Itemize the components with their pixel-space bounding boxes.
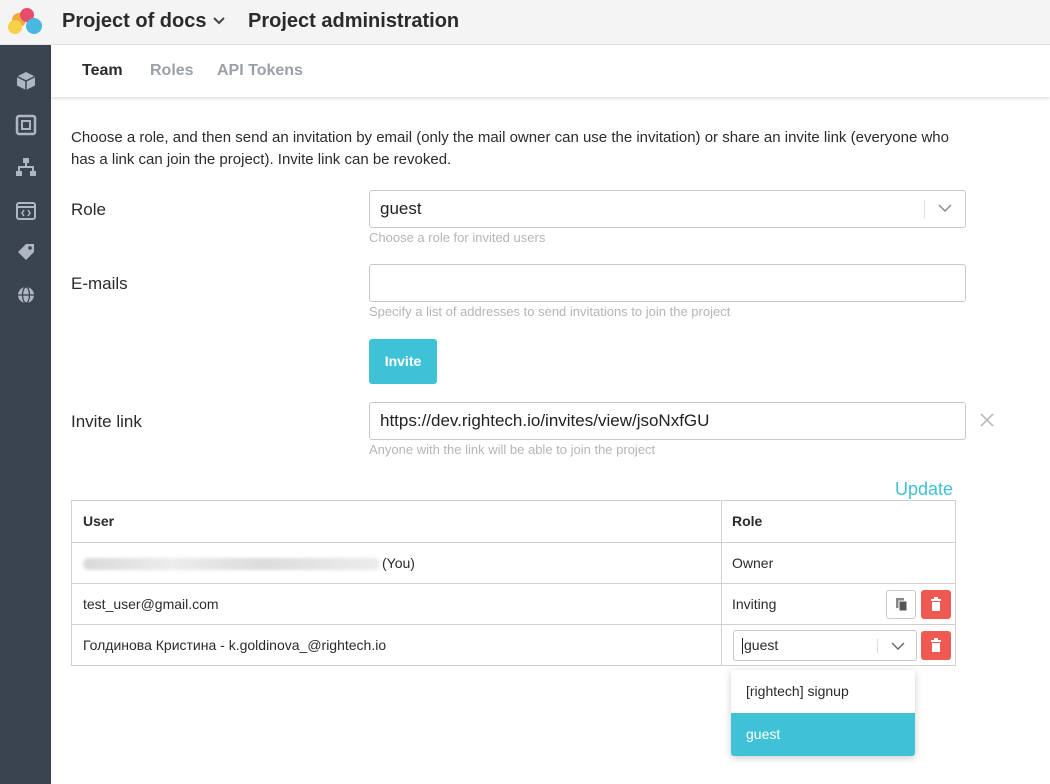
close-icon[interactable] [979,412,995,428]
select-separator [924,200,925,218]
user-cell: Голдинова Кристина - k.goldinova_@righte… [83,637,387,653]
role-select-value: guest [380,199,422,218]
project-name[interactable]: Project of docs [62,10,206,33]
row-role-select-value: guest [744,637,779,653]
page-title: Project administration [248,10,460,32]
tab-api-tokens[interactable]: API Tokens [217,62,303,80]
delete-button[interactable] [921,631,951,660]
tab-bar: Team Roles API Tokens [51,45,1050,97]
table-header-row: User Role [72,501,955,542]
globe-icon[interactable] [15,284,37,306]
emails-label: E-mails [71,274,128,293]
role-select[interactable]: guest [369,190,966,228]
table-row: test_user@gmail.com Inviting [72,583,955,624]
dropdown-option-signup[interactable]: [rightech] signup [731,670,915,713]
copy-link-button[interactable] [886,590,916,619]
role-cell: Inviting [721,584,955,624]
user-cell: (You) [72,543,721,583]
copy-icon [896,598,908,612]
user-cell: test_user@gmail.com [83,596,219,612]
role-status: Inviting [732,596,777,612]
emails-input[interactable] [369,264,966,302]
you-suffix: (You) [382,555,415,571]
invite-link-input[interactable]: https://dev.rightech.io/invites/view/jso… [369,402,966,440]
chevron-down-icon[interactable] [938,203,952,213]
emails-hint: Specify a list of addresses to send invi… [369,304,731,319]
role-hint: Choose a role for invited users [369,230,546,245]
tab-team[interactable]: Team [82,62,123,80]
invite-button[interactable]: Invite [369,339,437,384]
table-row: Голдинова Кристина - k.goldinova_@righte… [72,624,955,665]
invite-link-label: Invite link [71,412,142,431]
invite-link-hint: Anyone with the link will be able to joi… [369,442,656,457]
code-window-icon[interactable] [15,200,37,222]
column-header-role: Role [721,501,955,542]
tag-icon[interactable] [15,241,37,263]
role-label: Role [71,200,106,219]
sidebar [0,45,51,784]
role-cell: guest [721,625,955,665]
chevron-down-icon[interactable] [891,641,905,651]
trash-icon [931,597,941,611]
row-role-select[interactable]: guest [733,630,917,661]
intro-text: Choose a role, and then send an invitati… [71,129,949,168]
chevron-down-icon[interactable] [213,16,225,26]
select-separator [877,639,878,653]
team-table: User Role (You) Owner test_user@gmail.co… [71,500,956,666]
table-row: (You) Owner [72,542,955,583]
cube-icon[interactable] [15,70,37,92]
frame-icon[interactable] [15,114,37,136]
hierarchy-icon[interactable] [15,156,37,178]
update-link[interactable]: Update [895,479,953,500]
logo[interactable] [6,6,48,38]
dropdown-option-guest[interactable]: guest [731,713,915,756]
top-bar: Project of docs Project administration [0,0,1050,45]
role-dropdown-menu: [rightech] signup guest [731,670,915,756]
tab-roles[interactable]: Roles [150,62,194,80]
redacted-user-name [83,558,380,571]
delete-button[interactable] [921,590,951,619]
trash-icon [931,638,941,652]
column-header-user: User [83,513,115,529]
text-caret [742,638,743,655]
role-cell: Owner [721,543,955,583]
